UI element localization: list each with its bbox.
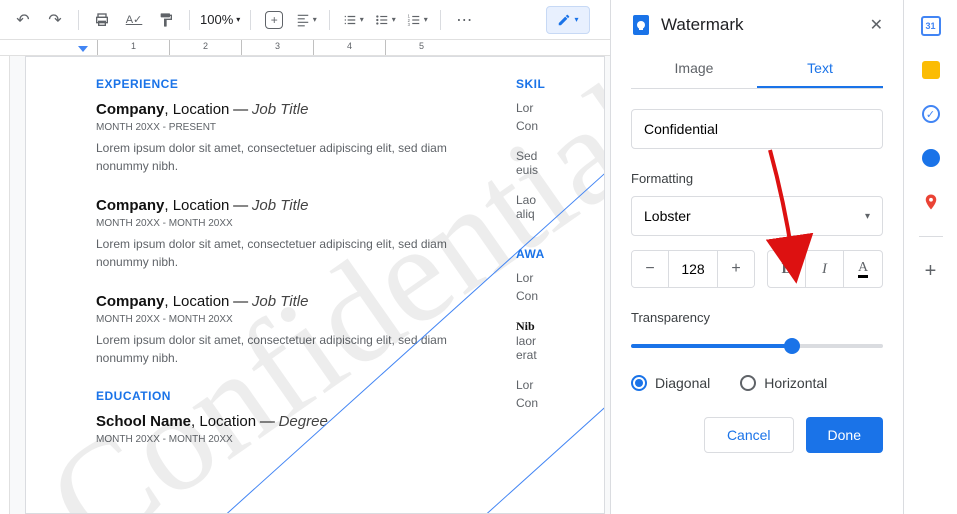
- font-size-input[interactable]: [668, 251, 718, 287]
- entry-body: Lorem ipsum dolor sit amet, consectetuer…: [96, 235, 496, 271]
- text: erat: [516, 348, 605, 362]
- keep-icon[interactable]: [921, 60, 941, 80]
- side-panel: 31 ✓ +: [903, 0, 957, 514]
- vertical-ruler[interactable]: [0, 56, 10, 514]
- transparency-label: Transparency: [631, 310, 883, 325]
- watermark-panel: Watermark ✕ Image Text Formatting Lobste…: [610, 0, 903, 514]
- text: Lor: [516, 271, 605, 285]
- text: Con: [516, 119, 605, 133]
- watermark-text-input[interactable]: [631, 109, 883, 149]
- text: Con: [516, 289, 605, 303]
- add-addon-icon[interactable]: +: [921, 261, 941, 281]
- section-skills: SKIL: [516, 77, 605, 91]
- editing-mode-button[interactable]: ▾: [546, 6, 590, 34]
- insert-box-icon[interactable]: +: [265, 11, 283, 29]
- maps-icon[interactable]: [921, 192, 941, 212]
- svg-text:3: 3: [407, 21, 410, 26]
- ruler-tick: 5: [385, 40, 457, 55]
- increase-size-button[interactable]: +: [718, 251, 754, 287]
- horizontal-ruler[interactable]: 1 2 3 4 5: [0, 40, 610, 56]
- entry-body: Lorem ipsum dolor sit amet, consectetuer…: [96, 139, 496, 175]
- cancel-button[interactable]: Cancel: [704, 417, 794, 453]
- text: aliq: [516, 207, 605, 221]
- undo-icon[interactable]: ↶: [10, 7, 36, 33]
- paint-format-icon[interactable]: [153, 7, 179, 33]
- print-icon[interactable]: [89, 7, 115, 33]
- spellcheck-icon[interactable]: A✓: [121, 7, 147, 33]
- decrease-size-button[interactable]: −: [632, 251, 668, 287]
- font-size-stepper: − +: [631, 250, 755, 288]
- close-icon[interactable]: ✕: [870, 15, 883, 35]
- more-icon[interactable]: ⋯: [451, 7, 477, 33]
- ruler-tick: 3: [241, 40, 313, 55]
- text: Con: [516, 396, 605, 410]
- contacts-icon[interactable]: [921, 148, 941, 168]
- tasks-icon[interactable]: ✓: [921, 104, 941, 124]
- right-column: SKIL Lor Con Sed euis Lao aliq AWA Lor C…: [516, 77, 605, 410]
- text: Sed: [516, 149, 605, 163]
- zoom-level[interactable]: 100%▾: [200, 12, 240, 27]
- section-awards: AWA: [516, 247, 605, 261]
- text: laor: [516, 334, 605, 348]
- school-date: MONTH 20XX - MONTH 20XX: [96, 434, 604, 445]
- panel-title: Watermark: [661, 15, 860, 35]
- font-select[interactable]: Lobster▾: [631, 196, 883, 236]
- text: Lor: [516, 101, 605, 115]
- redo-icon[interactable]: ↷: [42, 7, 68, 33]
- radio-diagonal[interactable]: Diagonal: [631, 375, 710, 391]
- school-title: School Name, Location — Degree: [96, 413, 604, 431]
- bold-button[interactable]: B: [768, 251, 806, 287]
- tab-text[interactable]: Text: [757, 50, 883, 88]
- align-icon[interactable]: [293, 7, 319, 33]
- watermark-icon: [631, 14, 651, 36]
- entry-body: Lorem ipsum dolor sit amet, consectetuer…: [96, 331, 496, 367]
- italic-button[interactable]: I: [806, 251, 844, 287]
- text-bold: Nib: [516, 319, 605, 334]
- text-color-button[interactable]: A: [844, 251, 882, 287]
- formatting-label: Formatting: [631, 171, 883, 186]
- checklist-icon[interactable]: [340, 7, 366, 33]
- done-button[interactable]: Done: [806, 417, 883, 453]
- ruler-tick: 1: [97, 40, 169, 55]
- transparency-slider[interactable]: [631, 344, 883, 348]
- tab-image[interactable]: Image: [631, 50, 757, 88]
- ruler-tick: 2: [169, 40, 241, 55]
- text: Lor: [516, 378, 605, 392]
- text: Lao: [516, 193, 605, 207]
- document-page[interactable]: Confidential EXPERIENCE Company, Locatio…: [25, 56, 605, 514]
- calendar-icon[interactable]: 31: [921, 16, 941, 36]
- text: euis: [516, 163, 605, 177]
- ruler-tick: 4: [313, 40, 385, 55]
- radio-horizontal[interactable]: Horizontal: [740, 375, 827, 391]
- number-list-icon[interactable]: 123: [404, 7, 430, 33]
- bullet-list-icon[interactable]: [372, 7, 398, 33]
- toolbar: ↶ ↷ A✓ 100%▾ + 123 ⋯ ▾: [0, 0, 610, 40]
